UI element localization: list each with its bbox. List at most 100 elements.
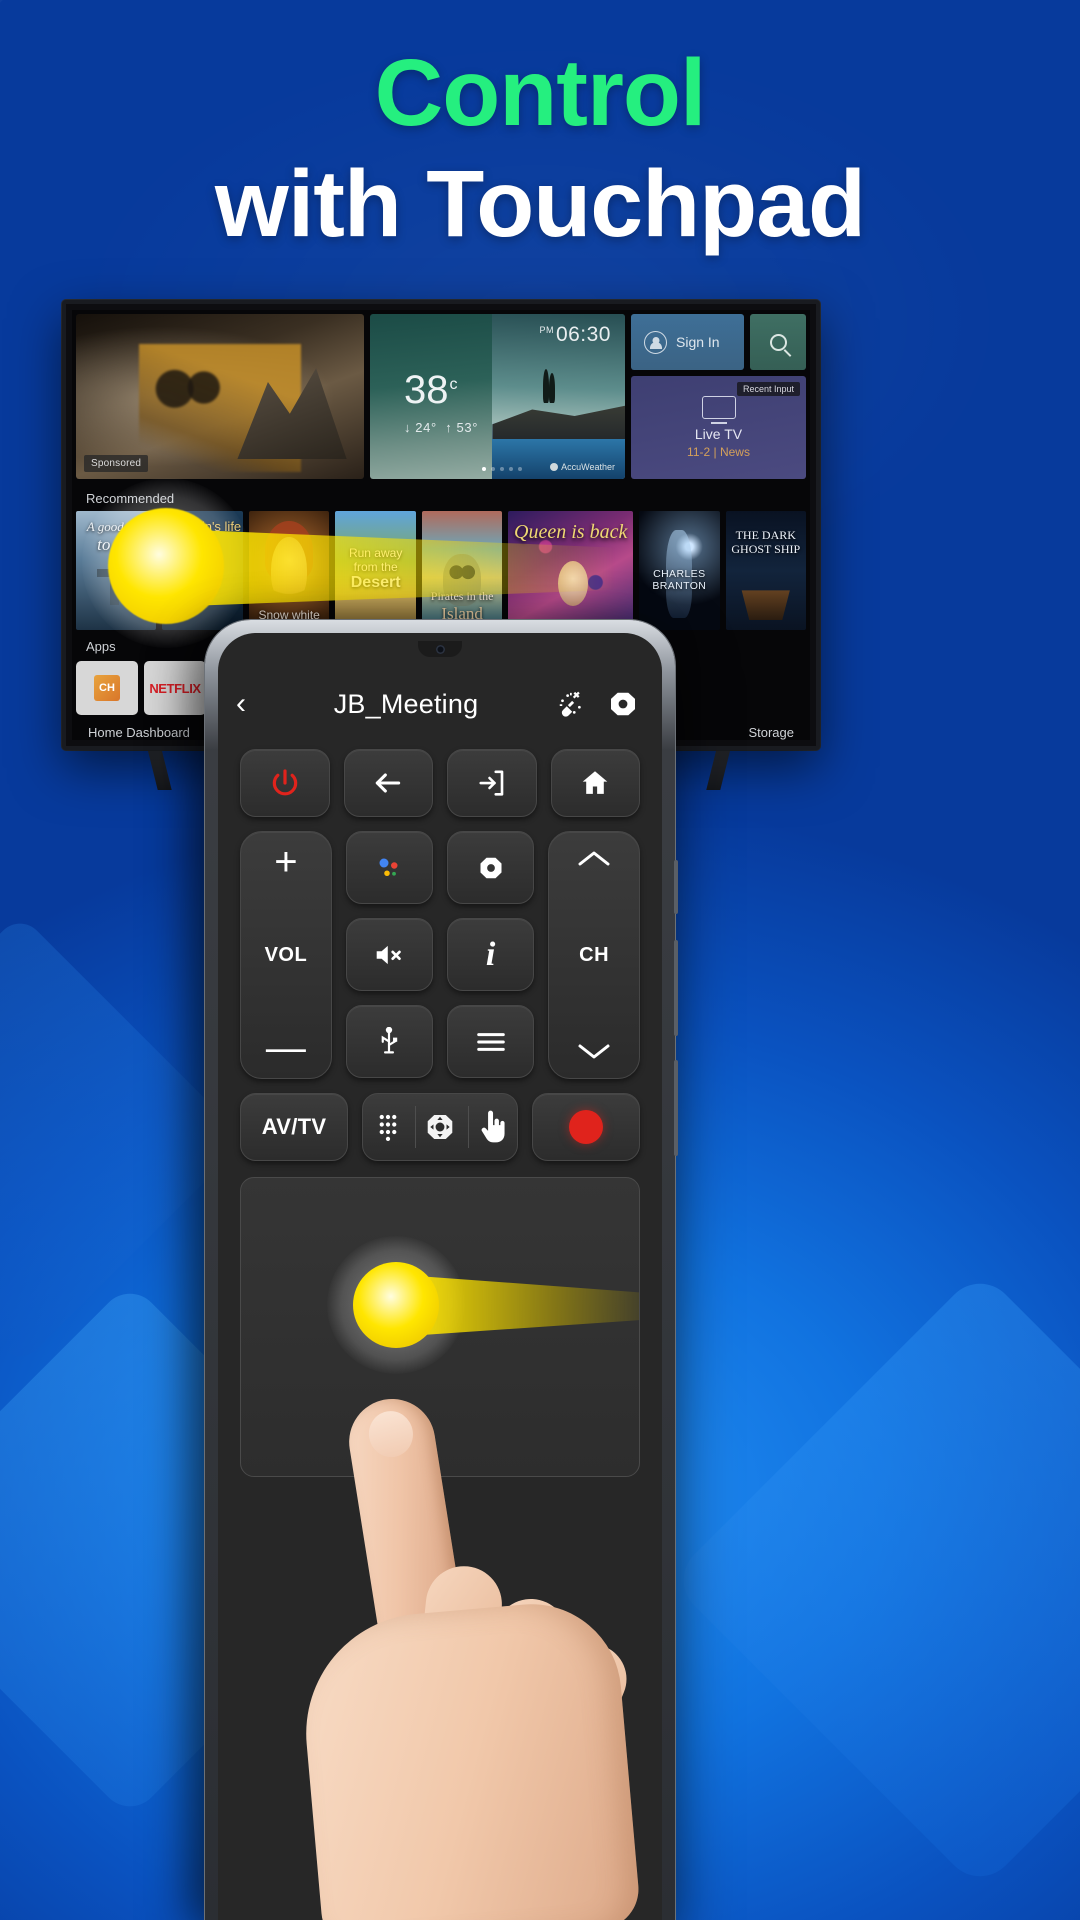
phone-side-button[interactable] [674,860,678,914]
header-actions [554,687,640,721]
disconnect-icon[interactable] [554,687,588,721]
app-header: ‹ JB_Meeting [218,665,662,743]
ch-icon: CH [94,675,120,702]
volume-down-button[interactable]: — [266,1028,306,1068]
card-title-line2: to die [97,535,136,555]
volume-rocker[interactable]: + VOL — [240,831,332,1079]
channel-up-button[interactable] [574,846,614,872]
recent-input-badge: Recent Input [736,382,800,396]
tv-top-row: Sponsored PM06:30 38c ↓ 24° ↑ 53° AccuWe… [72,310,810,483]
av-tv-button[interactable]: AV/TV [240,1093,349,1161]
weather-tree [542,369,549,404]
dpad-button[interactable] [415,1094,464,1160]
back-button-remote[interactable] [343,749,433,817]
fingernail [365,1407,417,1461]
menu-button[interactable] [447,1005,535,1078]
remote-trio-group [362,1093,518,1161]
card-title: Penguin's life [164,519,242,535]
card-art [558,560,589,606]
info-button[interactable]: i [447,918,535,991]
hexagon-button[interactable] [447,831,535,904]
headline-line-1: Control [374,40,707,146]
sign-in-label: Sign In [676,334,720,350]
volume-up-button[interactable]: + [274,842,297,882]
accuweather-label: AccuWeather [561,462,615,473]
card-art [96,558,132,605]
card-title-line1: Run away from the [348,546,403,574]
recommended-card[interactable]: THE DARK GHOST SHIP [725,511,806,630]
headline: Control with Touchpad [0,42,1080,263]
app-tile-ch[interactable]: CH [76,661,138,716]
recommended-card[interactable]: Queen is back [508,511,634,630]
app-tile-netflix[interactable]: NETFLIX [144,661,206,716]
card-title-line1: Pirates in the [430,588,494,603]
tv-search-button[interactable] [750,314,806,370]
remote-middle-grid: + VOL — i CH [240,831,640,1079]
recommended-card[interactable]: CHARLES BRANTON [639,511,720,630]
recommended-card[interactable]: Pirates in the Island [421,511,503,630]
clock-time: 06:30 [555,323,611,346]
decorative-shape-right [668,1268,1080,1892]
hand-illustration [296,1392,642,1920]
storage-label: Storage [748,725,794,740]
google-assistant-button[interactable] [345,831,433,904]
temp-value: 38 [404,368,449,412]
mute-button[interactable] [345,918,433,991]
keypad-button[interactable] [363,1094,412,1160]
card-title-line2: GHOST SHIP [731,541,801,556]
search-icon [769,333,787,351]
sign-in-button[interactable]: Sign In [631,314,744,370]
phone-volume-down-button[interactable] [674,1060,678,1156]
recent-input-channel: 11-2 | News [687,445,750,460]
home-button[interactable] [550,749,640,817]
remote-control-pad: + VOL — i CH AV/TV [218,743,662,1161]
info-label: i [485,935,496,973]
card-title-line1: THE DARK [735,528,796,543]
card-title-line2: Desert [350,573,401,591]
recent-input-title: Live TV [694,426,743,443]
tv-sponsored-tile[interactable]: Sponsored [76,314,364,480]
recommended-row: A good day to die Penguin's life Snow wh… [72,511,810,630]
sponsored-badge: Sponsored [84,455,149,473]
palm [296,1596,642,1920]
hexagon-settings-icon[interactable] [606,687,640,721]
recommended-card[interactable]: Run away from the Desert [335,511,416,630]
front-camera-icon [435,644,445,654]
record-icon [568,1110,603,1144]
input-source-button[interactable] [447,749,537,817]
card-title: Pirates in the Island [422,589,502,624]
weather-carousel-dots[interactable] [482,467,523,472]
home-dashboard-label: Home Dashboard [88,725,190,740]
usb-button[interactable] [345,1005,433,1078]
recommended-card[interactable]: A good day to die [76,511,157,630]
channel-down-button[interactable] [574,1038,614,1064]
card-art [741,590,790,621]
weather-minmax: ↓ 24° ↑ 53° [404,420,478,435]
recent-input-tile[interactable]: Recent Input Live TV 11-2 | News [631,376,806,480]
recommended-heading: Recommended [86,491,175,507]
headline-line-2: with Touchpad [214,150,866,257]
page-title: JB_Meeting [333,688,479,719]
card-title: THE DARK GHOST SHIP [726,528,806,557]
card-title: A good day to die [76,519,156,555]
remote-row-bottom: AV/TV [240,1093,641,1161]
weather-low: ↓ 24° [404,420,437,435]
card-title: CHARLES BRANTON [652,568,707,592]
remote-center-buttons: i [345,831,535,1079]
channel-rocker[interactable]: CH [548,831,640,1079]
touchpad-area[interactable] [240,1177,640,1477]
record-button[interactable] [531,1093,641,1161]
accuweather-logo-icon [550,463,559,472]
tv-account-row: Sign In [631,314,806,370]
tv-weather-tile[interactable]: PM06:30 38c ↓ 24° ↑ 53° AccuWeather [370,314,625,480]
recommended-card[interactable]: Snow white [248,511,330,630]
recommended-card[interactable]: Penguin's life [162,511,243,630]
weather-brand: AccuWeather [550,462,615,472]
power-button[interactable] [240,749,330,817]
phone-volume-up-button[interactable] [674,940,678,1036]
volume-label: VOL [264,943,308,966]
tv-screen-icon [701,396,736,420]
weather-water [492,439,625,480]
temp-unit: c [449,375,458,393]
touch-hand-button[interactable] [467,1094,517,1160]
